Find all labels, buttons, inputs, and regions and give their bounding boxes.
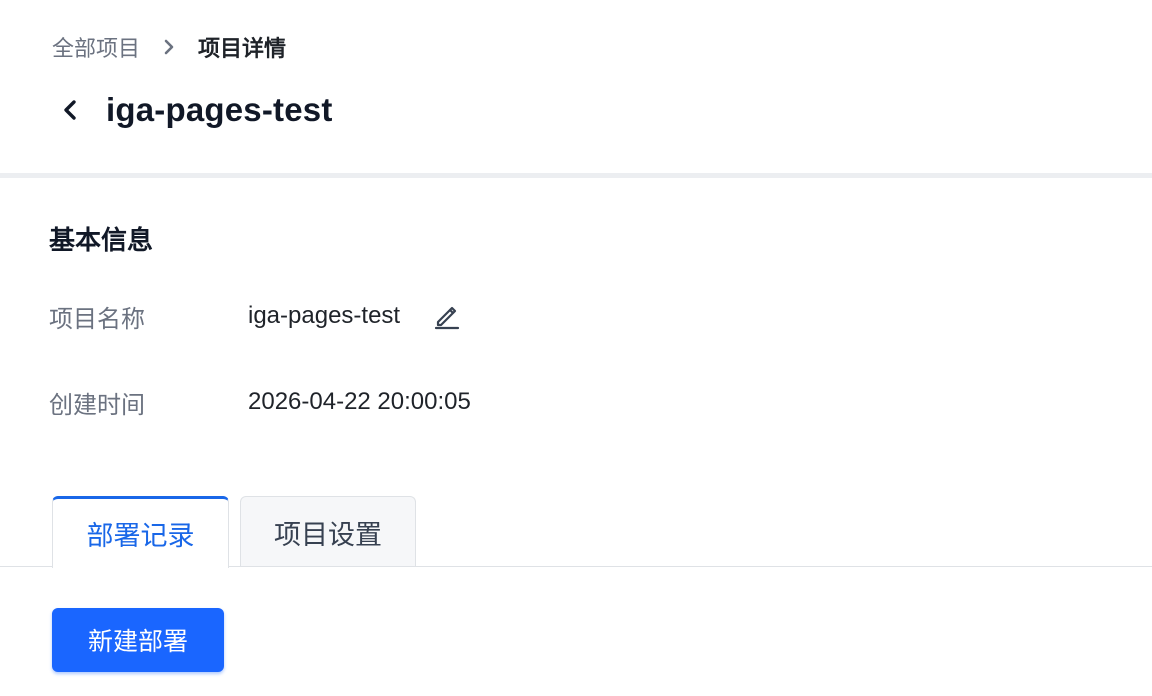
project-detail-page: 全部项目 项目详情 iga-pages-test 基本信息 项目名称 iga-p… — [0, 0, 1152, 696]
pencil-icon[interactable] — [433, 302, 461, 330]
info-row-project-name: 项目名称 iga-pages-test — [49, 300, 461, 333]
page-title: iga-pages-test — [106, 91, 333, 128]
header-divider — [0, 173, 1152, 178]
chevron-left-icon[interactable] — [50, 90, 90, 130]
breadcrumb-all-projects[interactable]: 全部项目 — [52, 31, 140, 63]
created-time-value: 2026-04-22 20:00:05 — [248, 388, 471, 415]
breadcrumb: 全部项目 项目详情 — [52, 33, 286, 61]
breadcrumb-current: 项目详情 — [198, 36, 287, 61]
project-name-value: iga-pages-test — [248, 302, 401, 329]
tab-deploy-records[interactable]: 部署记录 — [52, 496, 229, 568]
info-row-created-time: 创建时间 2026-04-22 20:00:05 — [49, 386, 471, 419]
section-title-basic-info: 基本信息 — [49, 225, 154, 255]
page-header: 全部项目 项目详情 iga-pages-test — [0, 0, 1152, 178]
new-deploy-button[interactable]: 新建部署 — [52, 608, 224, 672]
project-name-label: 项目名称 — [49, 305, 145, 333]
title-row: iga-pages-test — [52, 88, 333, 132]
tab-project-settings[interactable]: 项目设置 — [240, 496, 416, 567]
chevron-right-icon — [140, 38, 198, 56]
created-time-label: 创建时间 — [49, 391, 145, 419]
